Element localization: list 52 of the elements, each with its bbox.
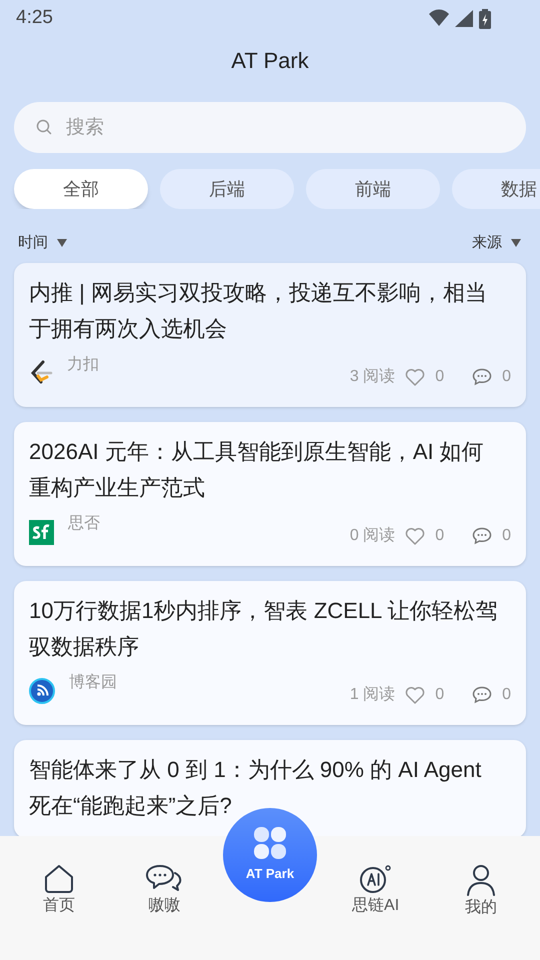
source-logo-icon (29, 520, 54, 544)
like-count: 0 (435, 526, 444, 546)
chat-bubbles-icon (145, 864, 184, 894)
wifi-icon (428, 9, 450, 27)
article-card[interactable]: 内推 | 网易实习双投攻略，投递互不影响，相当于拥有两次入选机会 力扣 3 阅读 0 0 (14, 263, 526, 407)
source-logo-icon (29, 678, 55, 704)
comment-icon (472, 368, 492, 386)
comment-count: 0 (502, 367, 511, 387)
nav-tab[interactable]: 嗷嗷 (112, 836, 218, 918)
battery-icon (478, 8, 492, 28)
user-icon (465, 864, 498, 896)
comment-icon (472, 527, 492, 545)
source-name: 思否 (68, 514, 100, 534)
app-title: AT Park (231, 46, 309, 74)
ai-circle-icon (360, 864, 392, 894)
nav-tab[interactable]: 首页 (6, 836, 112, 918)
category-chip[interactable]: 全部 (14, 169, 148, 209)
category-chip[interactable]: 前端 (306, 169, 440, 209)
read-count: 1 阅读 (350, 684, 396, 705)
source-filter-dropdown[interactable]: 来源 (472, 232, 522, 254)
source-name: 力扣 (67, 354, 99, 375)
read-count: 3 阅读 (350, 366, 396, 387)
read-count: 0 阅读 (350, 526, 396, 546)
clover-icon (252, 826, 287, 860)
like-count: 0 (435, 685, 444, 705)
comment-count: 0 (502, 526, 511, 546)
comment-icon (472, 686, 492, 704)
time-sort-dropdown[interactable]: 时间 (18, 232, 68, 254)
search-field[interactable]: 搜索 (14, 102, 526, 153)
article-card[interactable]: 智能体来了从 0 到 1：为什么 90% 的 AI Agent 死在“能跑起来”之后? (14, 740, 526, 836)
heart-icon (405, 368, 426, 386)
article-card[interactable]: 10万行数据1秒内排序，智表 ZCELL 让你轻松驾驭数据秩序 博客园 1 阅读 0 0 (14, 581, 526, 725)
category-chip[interactable]: 数据 (452, 169, 540, 209)
article-title: 2026AI 元年：从工具智能到原生智能，AI 如何重构产业生产范式 (29, 438, 485, 502)
article-title: 10万行数据1秒内排序，智表 ZCELL 让你轻松驾驭数据秩序 (29, 597, 499, 661)
comment-count: 0 (502, 685, 511, 705)
nav-tab[interactable]: 思链AI (322, 836, 428, 918)
status-time: 4:25 (16, 6, 53, 30)
article-card[interactable]: 2026AI 元年：从工具智能到原生智能，AI 如何重构产业生产范式 思否 0 阅读 0 0 (14, 422, 526, 566)
article-title: 内推 | 网易实习双投攻略，投递互不影响，相当于拥有两次入选机会 (29, 279, 488, 343)
nav-tab[interactable]: 我的 (428, 836, 534, 920)
search-icon (36, 119, 52, 135)
caret-icon (56, 238, 68, 248)
like-count: 0 (435, 367, 444, 387)
source-logo-icon (29, 360, 53, 386)
caret-icon (510, 238, 522, 248)
source-name: 博客园 (69, 672, 117, 693)
category-chip[interactable]: 后端 (160, 169, 294, 209)
heart-icon (405, 686, 426, 704)
heart-icon (405, 527, 426, 545)
signal-icon (454, 8, 474, 28)
home-icon (42, 864, 75, 894)
